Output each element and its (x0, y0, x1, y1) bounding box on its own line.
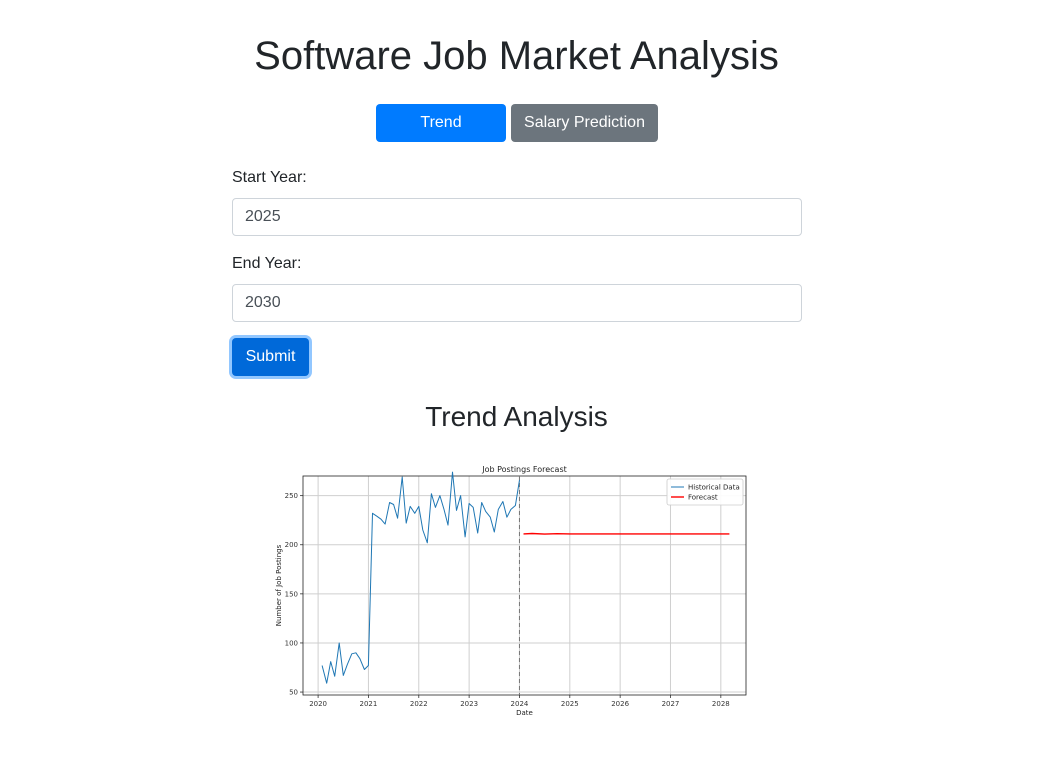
x-tick-label: 2027 (662, 700, 680, 708)
section-title: Trend Analysis (425, 401, 608, 432)
historical-series-line (321, 471, 520, 684)
x-tick-label: 2028 (712, 700, 730, 708)
x-tick-label: 2026 (611, 700, 629, 708)
x-tick-label: 2023 (460, 700, 478, 708)
y-tick-label: 150 (285, 590, 298, 598)
x-tick-label: 2020 (309, 700, 327, 708)
x-axis-label: Date (516, 709, 533, 717)
chart-legend: Historical Data Forecast (666, 478, 744, 506)
plot-frame (302, 475, 747, 696)
end-year-label: End Year: (232, 255, 302, 272)
x-tick-label: 2022 (410, 700, 428, 708)
y-tick-label: 250 (285, 492, 298, 500)
legend-historical-label: Historical Data (688, 484, 740, 492)
start-year-label: Start Year: (232, 169, 307, 186)
page-title: Software Job Market Analysis (254, 34, 779, 78)
x-tick-label: 2024 (511, 700, 529, 708)
tab-bar: Trend Analysis Salary Prediction (376, 104, 658, 169)
submit-button[interactable]: Submit (232, 338, 309, 376)
chart-svg: Job Postings Forecast 2020 2021 2022 2023 202… (275, 465, 747, 717)
forecast-chart: Job Postings Forecast 2020 2021 2022 2023 202… (270, 458, 760, 720)
y-tick-label: 100 (285, 639, 298, 647)
y-tick-label: 200 (285, 541, 298, 549)
page: Software Job Market Analysis Trend Analy… (0, 0, 1063, 773)
x-tick-label: 2021 (360, 700, 378, 708)
start-year-input[interactable] (232, 198, 802, 236)
y-axis-label: Number of Job Postings (275, 544, 283, 626)
tab-salary-prediction[interactable]: Salary Prediction (511, 104, 658, 142)
chart-title: Job Postings Forecast (481, 465, 567, 474)
legend-forecast-label: Forecast (688, 494, 718, 502)
end-year-input[interactable] (232, 284, 802, 322)
forecast-series-line (523, 532, 730, 535)
x-tick-label: 2025 (561, 700, 579, 708)
tab-trend-analysis[interactable]: Trend Analysis (376, 104, 506, 169)
y-tick-label: 50 (289, 689, 298, 697)
